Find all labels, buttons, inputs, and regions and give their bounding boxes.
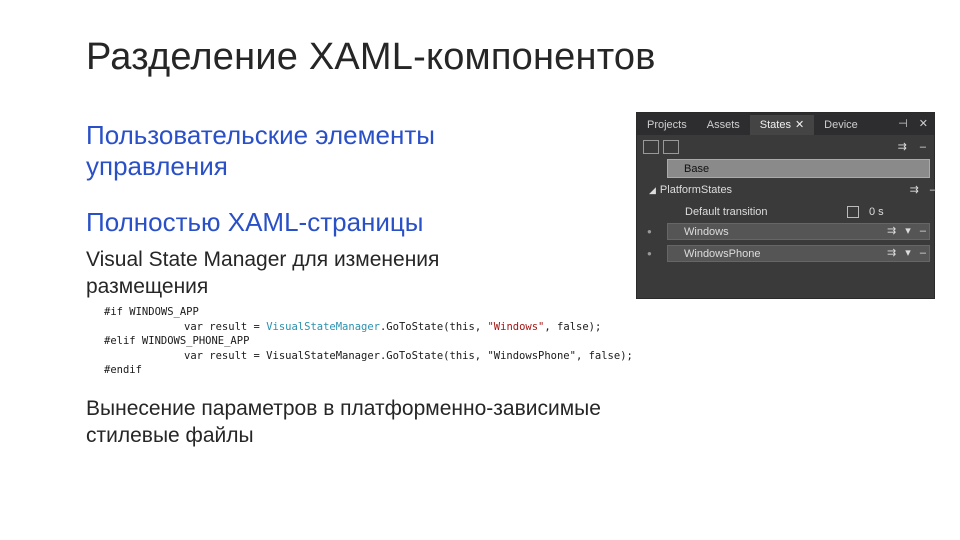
base-state-row[interactable]: Base [637, 159, 934, 178]
tab-assets[interactable]: Assets [697, 115, 750, 135]
chevron-down-icon[interactable]: ▾ [905, 247, 911, 259]
remove-state-icon[interactable]: – [920, 247, 926, 259]
code-line-3: #elif WINDOWS_PHONE_APP [104, 335, 250, 348]
add-state-group-icon[interactable]: ⇉ [898, 141, 907, 153]
code-line-4: var result = VisualStateManager.GoToStat… [184, 349, 633, 362]
state-record-dot-icon[interactable]: ● [647, 223, 652, 240]
states-panel: Projects Assets States ✕ Device ⊣ ✕ ⇉ – B… [636, 112, 936, 299]
base-state-label: Base [667, 159, 930, 178]
group-controls: ⇉ – [902, 181, 936, 200]
default-transition-label: Default transition [685, 206, 768, 218]
bullet-user-controls: Пользовательские элементы управления [86, 120, 435, 181]
chevron-down-icon[interactable]: ▾ [905, 225, 911, 237]
code-block: #if WINDOWS_APP var result = VisualState… [104, 305, 633, 378]
state-row-windows[interactable]: ● Windows ⇉ ▾ – [637, 223, 934, 240]
tab-device[interactable]: Device [814, 115, 868, 135]
state-row-windowsphone[interactable]: ● WindowsPhone ⇉ ▾ – [637, 245, 934, 262]
code-line-1: #if WINDOWS_APP [104, 306, 199, 318]
state-controls: ⇉ ▾ – [881, 245, 926, 262]
tab-states[interactable]: States ✕ [749, 115, 815, 135]
panel-tabs: Projects Assets States ✕ Device ⊣ ✕ [637, 113, 934, 135]
collapse-caret-icon[interactable]: ◢ [649, 185, 656, 195]
code-line-5: #endif [104, 364, 142, 377]
transition-easing-icon[interactable] [847, 206, 859, 218]
state-controls: ⇉ ▾ – [881, 223, 926, 240]
slide-title: Разделение XAML-компонентов [86, 36, 656, 78]
bullet-platform-styles: Вынесение параметров в платформенно-зави… [86, 397, 601, 447]
toolbar-right: ⇉ – [888, 140, 926, 153]
panel-controls: ⊣ ✕ [890, 117, 928, 130]
sub-bullet-vsm: Visual State Manager для изменения разме… [86, 248, 440, 298]
close-icon[interactable]: ✕ [795, 119, 804, 131]
state-group-icon[interactable] [643, 140, 659, 154]
state-group-label: PlatformStates [659, 184, 733, 196]
transition-time[interactable]: 0 s [869, 203, 884, 222]
pin-icon[interactable]: ⊣ [898, 118, 908, 130]
add-transition-icon[interactable]: ⇉ [887, 225, 896, 237]
remove-state-icon[interactable]: – [920, 225, 926, 237]
remove-icon[interactable]: – [920, 141, 926, 153]
add-state-icon[interactable]: ⇉ [910, 184, 919, 196]
default-transition-row: Default transition 0 s [637, 203, 934, 222]
tab-projects[interactable]: Projects [637, 115, 697, 135]
code-line-2: var result = VisualStateManager.GoToStat… [184, 320, 602, 333]
remove-group-icon[interactable]: – [930, 184, 936, 196]
transition-preview-icon[interactable] [663, 140, 679, 154]
add-transition-icon[interactable]: ⇉ [887, 247, 896, 259]
state-group-row[interactable]: ◢ PlatformStates ⇉ – [637, 181, 946, 200]
panel-toolbar: ⇉ – [637, 135, 934, 159]
state-record-dot-icon[interactable]: ● [647, 245, 652, 262]
bullet-xaml-pages: Полностью XAML-страницы [86, 207, 424, 237]
close-panel-icon[interactable]: ✕ [919, 118, 928, 130]
